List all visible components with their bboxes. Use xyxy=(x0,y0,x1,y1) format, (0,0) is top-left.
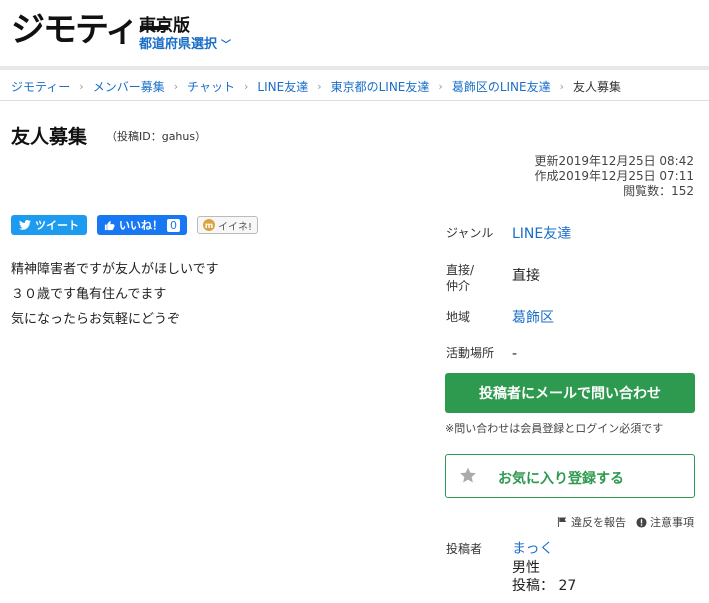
tweet-button[interactable]: ツイート xyxy=(11,215,87,235)
like-count: 0 xyxy=(167,218,180,232)
iine-button[interactable]: m イイネ! xyxy=(197,216,259,234)
thumbs-up-icon xyxy=(104,220,115,230)
contact-note: ※問い合わせは会員登録とログイン必須です xyxy=(445,422,664,435)
updated-date: 更新2019年12月25日 08:42 xyxy=(534,154,694,168)
place-value: - xyxy=(512,346,518,362)
chevron-right-icon: › xyxy=(173,79,179,93)
body-line: ３０歳です亀有住んでます xyxy=(11,287,167,302)
mixi-icon: m xyxy=(203,219,215,231)
breadcrumb-member[interactable]: メンバー募集 xyxy=(93,78,165,95)
place-label: 活動場所 xyxy=(446,346,495,360)
star-icon xyxy=(460,467,476,483)
area-link[interactable]: 葛飾区 xyxy=(512,309,554,327)
contact-by-email-button[interactable]: 投稿者にメールで問い合わせ xyxy=(445,373,695,413)
breadcrumb-tokyo-line[interactable]: 東京都のLINE友達 xyxy=(331,78,430,95)
report-label: 違反を報告 xyxy=(571,516,626,529)
poster-gender: 男性 xyxy=(512,560,540,576)
direct-value: 直接 xyxy=(512,268,540,284)
breadcrumb-line-friends[interactable]: LINE友達 xyxy=(257,78,308,95)
flag-icon xyxy=(557,517,567,527)
breadcrumb-current: 友人募集 xyxy=(573,79,622,94)
area-label: 地域 xyxy=(446,310,471,324)
view-count: 閲覧数：152 xyxy=(623,184,694,198)
notes-link[interactable]: 注意事項 xyxy=(636,514,694,530)
notes-label: 注意事項 xyxy=(650,516,694,529)
post-meta: 更新2019年12月25日 08:42 作成2019年12月25日 07:11 … xyxy=(535,154,694,199)
site-header: ジモティー 東京版 都道府県選択 ﹀ xyxy=(0,0,709,68)
chevron-right-icon: › xyxy=(79,79,84,93)
report-links: 違反を報告 注意事項 xyxy=(557,514,694,530)
chevron-right-icon: › xyxy=(244,79,249,93)
body-line: 気になったらお気軽にどうぞ xyxy=(11,312,181,327)
prefecture-select-label: 都道府県選択 xyxy=(139,37,218,52)
like-label: いいね！ xyxy=(119,219,163,232)
poster-label: 投稿者 xyxy=(446,542,483,556)
iine-label: イイネ! xyxy=(218,221,253,233)
breadcrumb-divider xyxy=(0,100,709,101)
social-buttons: ツイート いいね！ 0 m イイネ! xyxy=(11,215,259,235)
chevron-down-icon: ﹀ xyxy=(221,40,232,51)
genre-link[interactable]: LINE友達 xyxy=(512,225,571,243)
report-violation-link[interactable]: 違反を報告 xyxy=(557,514,626,530)
poster-post-count: 投稿： 27 xyxy=(512,578,577,594)
twitter-bird-icon xyxy=(19,220,31,230)
direct-label: 直接/仲介 xyxy=(446,263,475,293)
body-line: 精神障害者ですが友人がほしいです xyxy=(11,262,219,277)
prefecture-select[interactable]: 都道府県選択 ﹀ xyxy=(139,33,231,52)
post-body: 精神障害者ですが友人がほしいです ３０歳です亀有住んでます 気になったらお気軽に… xyxy=(11,257,219,332)
add-favorite-label: お気に入り登録する xyxy=(498,471,624,487)
chevron-right-icon: › xyxy=(317,79,322,93)
post-id: （投稿ID：gahus） xyxy=(106,130,207,143)
page-title: 友人募集 xyxy=(11,126,88,148)
poster-name-link[interactable]: まっく xyxy=(512,538,553,558)
breadcrumb-chat[interactable]: チャット xyxy=(187,78,235,95)
info-circle-icon xyxy=(636,516,647,528)
chevron-right-icon: › xyxy=(438,79,443,93)
chevron-right-icon: › xyxy=(559,79,565,93)
breadcrumb-katsushika-line[interactable]: 葛飾区のLINE友達 xyxy=(452,78,551,95)
created-date: 作成2019年12月25日 07:11 xyxy=(534,169,694,183)
tweet-label: ツイート xyxy=(35,219,79,232)
header-divider xyxy=(0,66,709,70)
breadcrumb-jmty[interactable]: ジモティー xyxy=(11,78,70,95)
facebook-like-button[interactable]: いいね！ 0 xyxy=(97,215,187,235)
add-favorite-button[interactable]: お気に入り登録する xyxy=(445,454,695,498)
genre-label: ジャンル xyxy=(446,226,494,240)
breadcrumb: ジモティー › メンバー募集 › チャット › LINE友達 › 東京都のLIN… xyxy=(11,76,621,96)
